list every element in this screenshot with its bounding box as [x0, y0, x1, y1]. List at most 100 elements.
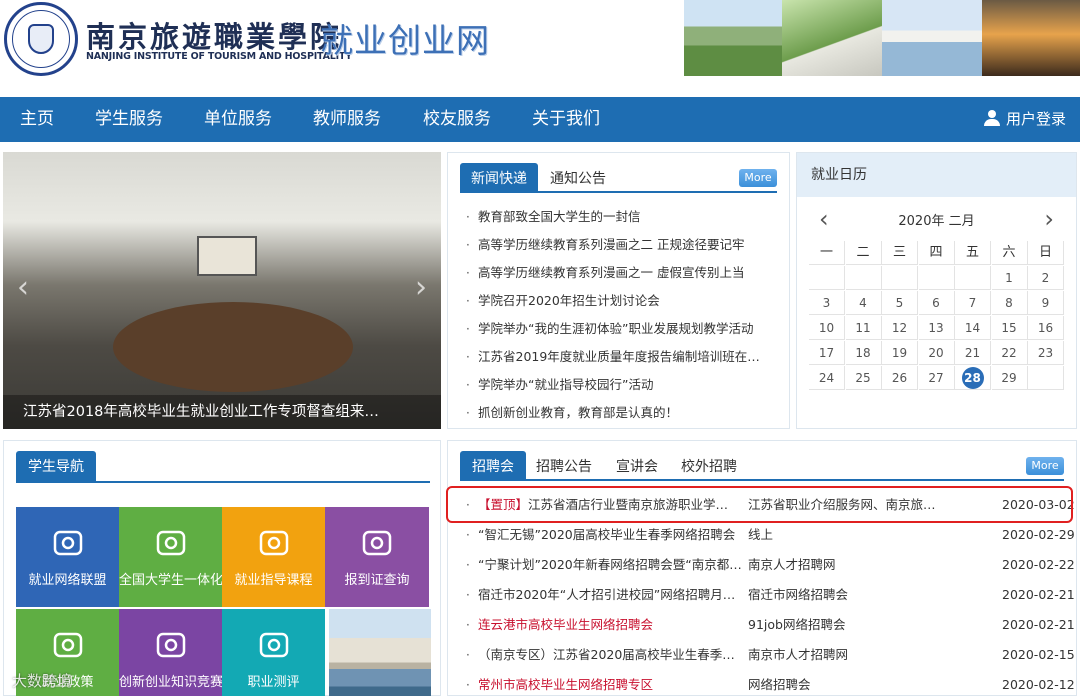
calendar-day[interactable]: 11 — [845, 316, 882, 340]
table-row[interactable]: · “宁聚计划”2020年新春网络招聘会暨“南京都… 南京人才招聘网 2020-02-… — [466, 551, 1075, 579]
carousel-prev-icon[interactable]: ‹ — [17, 270, 29, 305]
calendar-day[interactable]: 8 — [991, 291, 1028, 315]
calendar-day[interactable]: 4 — [845, 291, 882, 315]
list-item[interactable]: · 江苏省2019年度就业质量年度报告编制培训班在… — [466, 343, 776, 371]
table-row[interactable]: · （南京专区）江苏省2020届高校毕业生春季… 南京市人才招聘网 2020-02-1… — [466, 641, 1075, 669]
recruit-panel: 招聘会 招聘公告 宣讲会 校外招聘 More · 【置顶】江苏省酒店行业暨南京旅游… — [447, 440, 1077, 696]
document-search-icon — [361, 529, 393, 557]
calendar-next-icon[interactable]: › — [1044, 207, 1054, 231]
tab-news-express[interactable]: 新闻快递 — [460, 163, 538, 193]
calendar-day[interactable]: 19 — [882, 341, 918, 365]
news-title[interactable]: 高等学历继续教育系列漫画之二 正规途径要记牢 — [478, 231, 776, 259]
calendar-day[interactable]: 20 — [918, 341, 955, 365]
carousel-next-icon[interactable]: › — [415, 270, 427, 305]
calendar-day[interactable]: 28 — [955, 366, 991, 390]
calendar-day[interactable]: 29 — [991, 366, 1028, 390]
table-row[interactable]: · 连云港市高校毕业生网络招聘会 91job网络招聘会 2020-02-21 — [466, 611, 1075, 639]
list-item[interactable]: · 高等学历继续教育系列漫画之一 虚假宣传别上当 — [466, 259, 776, 287]
news-title[interactable]: 教育部致全国大学生的一封信 — [478, 203, 776, 231]
recruit-more-button[interactable]: More — [1026, 457, 1064, 475]
calendar-day[interactable]: 5 — [882, 291, 918, 315]
calendar-day[interactable]: 7 — [955, 291, 991, 315]
calendar-day[interactable]: 15 — [991, 316, 1028, 340]
nav-item-student-service[interactable]: 学生服务 — [95, 97, 163, 142]
calendar-day[interactable]: 23 — [1028, 341, 1064, 365]
news-carousel[interactable]: ‹ › 江苏省2018年高校毕业生就业创业工作专项督查组来… — [3, 152, 441, 429]
news-title[interactable]: 学院举办“我的生涯初体验”职业发展规划教学活动 — [478, 315, 776, 343]
tab-presentations[interactable]: 宣讲会 — [616, 451, 658, 481]
list-item[interactable]: · 学院召开2020年招生计划讨论会 — [466, 287, 776, 315]
list-item[interactable]: · 学院举办“就业指导校园行”活动 — [466, 371, 776, 399]
recruit-source: 线上 — [748, 527, 774, 542]
recruit-title[interactable]: 连云港市高校毕业生网络招聘会 — [478, 611, 748, 639]
bullet-icon: · — [466, 210, 470, 224]
nav-item-teacher-service[interactable]: 教师服务 — [313, 97, 381, 142]
tile-label: 创新创业知识竞赛 — [119, 675, 222, 690]
recruit-title[interactable]: （南京专区）江苏省2020届高校毕业生春季… — [478, 641, 748, 669]
highlight-box — [446, 486, 1073, 523]
bullet-icon: · — [466, 406, 470, 420]
calendar-weekday: 五 — [955, 241, 991, 265]
calendar-day[interactable]: 6 — [918, 291, 955, 315]
table-row[interactable]: · 宿迁市2020年“人才招引进校园”网络招聘月… 宿迁市网络招聘会 2020-02-… — [466, 581, 1075, 609]
nav-item-about-us[interactable]: 关于我们 — [532, 97, 600, 142]
calendar-day[interactable]: 9 — [1028, 291, 1064, 315]
school-seal-logo[interactable] — [4, 2, 78, 76]
calendar-day[interactable]: 3 — [809, 291, 845, 315]
tab-recruit-notices[interactable]: 招聘公告 — [536, 451, 592, 481]
student-nav-tile[interactable]: 就业网络联盟 — [16, 507, 119, 607]
news-title[interactable]: 江苏省2019年度就业质量年度报告编制培训班在… — [478, 343, 776, 371]
nav-item-alumni-service[interactable]: 校友服务 — [423, 97, 491, 142]
calendar-day[interactable]: 27 — [918, 366, 955, 390]
tile-label: 就业网络联盟 — [28, 573, 107, 588]
calendar-day[interactable]: 14 — [955, 316, 991, 340]
seal-emblem-icon — [28, 24, 54, 54]
recruit-title[interactable]: “宁聚计划”2020年新春网络招聘会暨“南京都… — [478, 551, 748, 579]
student-nav-tile[interactable]: 创新创业知识竞赛 — [119, 609, 222, 696]
news-title[interactable]: 抓创新创业教育，教育部是认真的！ — [478, 399, 776, 427]
nav-item-home[interactable]: 主页 — [20, 97, 54, 142]
calendar-day[interactable]: 25 — [845, 366, 882, 390]
calendar-day[interactable]: 12 — [882, 316, 918, 340]
calendar-day[interactable]: 1 — [991, 266, 1028, 290]
recruit-title[interactable]: “智汇无锡”2020届高校毕业生春季网络招聘会 — [478, 521, 748, 549]
calendar-day[interactable]: 18 — [845, 341, 882, 365]
nav-item-employer-service[interactable]: 单位服务 — [204, 97, 272, 142]
tile-label: 职业测评 — [247, 675, 300, 690]
tab-job-fairs[interactable]: 招聘会 — [460, 451, 526, 481]
calendar-day — [845, 266, 882, 290]
calendar-weekday: 一 — [809, 241, 845, 265]
calendar-day[interactable]: 26 — [882, 366, 918, 390]
calendar-day[interactable]: 24 — [809, 366, 845, 390]
news-title[interactable]: 高等学历继续教育系列漫画之一 虚假宣传别上当 — [478, 259, 776, 287]
carousel-caption[interactable]: 江苏省2018年高校毕业生就业创业工作专项督查组来… — [3, 395, 441, 429]
table-row[interactable]: · “智汇无锡”2020届高校毕业生春季网络招聘会 线上 2020-02-29 — [466, 521, 1075, 549]
calendar-day[interactable]: 2 — [1028, 266, 1064, 290]
list-item[interactable]: · 抓创新创业教育，教育部是认真的！ — [466, 399, 776, 427]
student-nav-tile[interactable]: 报到证查询 — [325, 507, 429, 607]
tab-notices[interactable]: 通知公告 — [550, 163, 606, 193]
list-item[interactable]: · 教育部致全国大学生的一封信 — [466, 203, 776, 231]
student-nav-tile[interactable]: 就业指导课程 — [222, 507, 325, 607]
calendar-day — [809, 266, 845, 290]
user-login-link[interactable]: 用户登录 — [983, 97, 1066, 142]
calendar-day[interactable]: 16 — [1028, 316, 1064, 340]
list-item[interactable]: · 学院举办“我的生涯初体验”职业发展规划教学活动 — [466, 315, 776, 343]
calendar-day[interactable]: 13 — [918, 316, 955, 340]
news-title[interactable]: 学院召开2020年招生计划讨论会 — [478, 287, 776, 315]
calendar-day[interactable]: 17 — [809, 341, 845, 365]
recruit-title[interactable]: 常州市高校毕业生网络招聘专区 — [478, 671, 748, 696]
student-nav-tile[interactable]: 职业测评 — [222, 609, 325, 696]
calendar-today-marker[interactable]: 28 — [961, 367, 984, 389]
list-item[interactable]: · 高等学历继续教育系列漫画之二 正规途径要记牢 — [466, 231, 776, 259]
student-nav-tile[interactable]: 全国大学生一体化 — [119, 507, 222, 607]
news-more-button[interactable]: More — [739, 169, 777, 187]
calendar-day[interactable]: 22 — [991, 341, 1028, 365]
table-row[interactable]: · 常州市高校毕业生网络招聘专区 网络招聘会 2020-02-12 — [466, 671, 1075, 696]
calendar-day[interactable]: 21 — [955, 341, 991, 365]
calendar-day[interactable]: 10 — [809, 316, 845, 340]
banner-photo-sunset — [982, 0, 1080, 76]
news-title[interactable]: 学院举办“就业指导校园行”活动 — [478, 371, 776, 399]
tab-offcampus-recruit[interactable]: 校外招聘 — [681, 451, 737, 481]
recruit-title[interactable]: 宿迁市2020年“人才招引进校园”网络招聘月… — [478, 581, 748, 609]
